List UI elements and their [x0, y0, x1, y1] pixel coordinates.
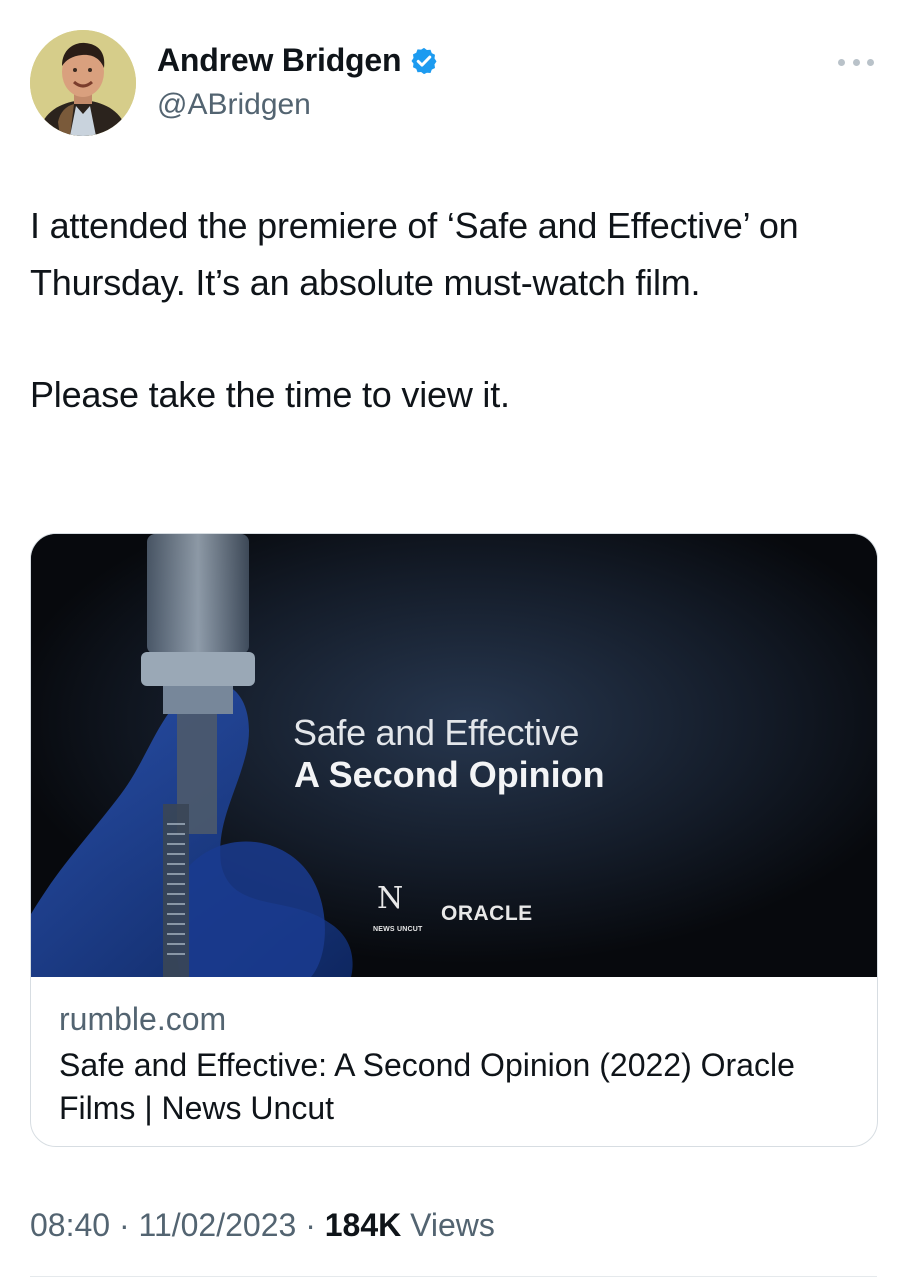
tweet-paragraph: Please take the time to view it.: [30, 374, 510, 415]
link-domain: rumble.com: [59, 1001, 227, 1037]
link-title: Safe and Effective: A Second Opinion (20…: [59, 1047, 795, 1126]
tweet-paragraph: I attended the premiere of ‘Safe and Eff…: [30, 205, 799, 303]
author-row[interactable]: Andrew Bridgen: [157, 42, 439, 79]
more-dot: [838, 58, 845, 66]
news-uncut-logo-mark: N: [377, 881, 404, 916]
author-handle[interactable]: @ABridgen: [157, 88, 311, 122]
film-subtitle: A Second Opinion: [294, 754, 605, 795]
avatar[interactable]: [30, 30, 136, 136]
link-card-image[interactable]: Safe and Effective A Second Opinion N NE…: [31, 534, 877, 977]
verified-badge-icon: [411, 47, 437, 74]
tweet-text: I attended the premiere of ‘Safe and Eff…: [30, 198, 880, 424]
more-options-icon[interactable]: [838, 52, 874, 72]
tweet-meta: 08:40 · 11/02/2023 · 184K Views: [30, 1207, 495, 1244]
meta-separator: ·: [118, 1207, 130, 1243]
profile-photo: [30, 30, 136, 136]
views-count: 184K: [324, 1207, 402, 1243]
divider: [30, 1276, 877, 1277]
tweet-time[interactable]: 08:40: [30, 1207, 110, 1243]
more-dot: [852, 58, 860, 66]
meta-separator: ·: [305, 1207, 316, 1243]
news-uncut-logo: N NEWS UNCUT: [373, 881, 422, 945]
tweet-date[interactable]: 11/02/2023: [139, 1207, 297, 1243]
author-name[interactable]: Andrew Bridgen: [157, 42, 402, 79]
news-uncut-logo-caption: NEWS UNCUT: [373, 926, 423, 933]
views-label: Views: [410, 1207, 495, 1243]
link-card-meta[interactable]: rumble.com Safe and Effective: A Second …: [59, 1001, 877, 1130]
more-dot: [867, 58, 874, 66]
link-card[interactable]: Safe and Effective A Second Opinion N NE…: [30, 533, 878, 1147]
film-title: Safe and Effective: [293, 712, 580, 753]
oracle-films-logo: ORACLE: [441, 902, 533, 925]
